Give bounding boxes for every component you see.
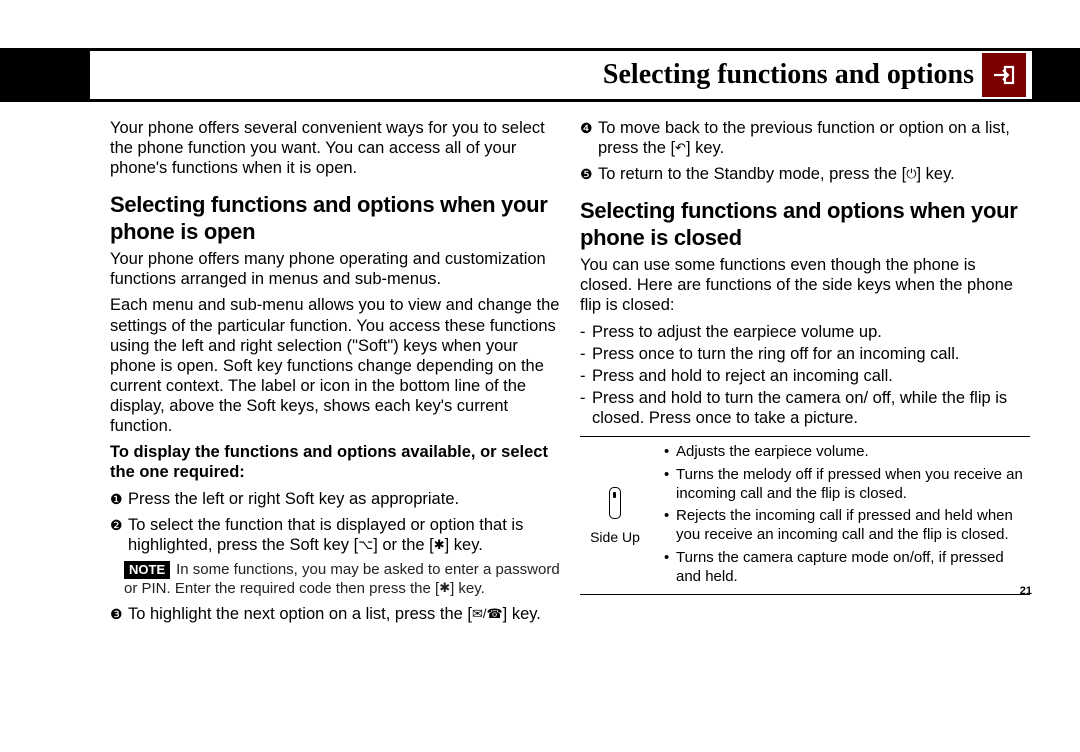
steps-list: ❶ Press the left or right Soft key as ap… (110, 489, 560, 555)
intro-text: Your phone offers several convenient way… (110, 118, 560, 178)
dash-item-1: -Press to adjust the earpiece volume up. (580, 322, 1030, 342)
mail-phone-key-icon: ✉/☎ (472, 606, 503, 622)
dash-item-2: -Press once to turn the ring off for an … (580, 344, 1030, 364)
step-number-4: ❹ (580, 118, 598, 158)
note-text-a: In some functions, you may be asked to e… (124, 561, 560, 597)
steps-list-cont: ❸ To highlight the next option on a list… (110, 604, 560, 624)
bullet-3: •Rejects the incoming call if pressed an… (664, 507, 1030, 545)
closed-dash-list: -Press to adjust the earpiece volume up.… (580, 322, 1030, 429)
step-5: ❺ To return to the Standby mode, press t… (580, 164, 1030, 184)
left-column: Your phone offers several convenient way… (110, 118, 560, 631)
header-strip: Selecting functions and options (90, 51, 1032, 99)
dash-item-4: -Press and hold to turn the camera on/ o… (580, 388, 1030, 428)
end-key-icon: ⏻ (906, 166, 916, 182)
side-key-icon (609, 487, 621, 519)
step-2-text: To select the function that is displayed… (128, 515, 560, 555)
step-2: ❷ To select the function that is display… (110, 515, 560, 555)
nav-key-icon: ✱ (439, 580, 450, 596)
right-column: ❹ To move back to the previous function … (580, 118, 1030, 631)
step-1: ❶ Press the left or right Soft key as ap… (110, 489, 560, 509)
note-label: NOTE (124, 561, 170, 579)
bullet-2: •Turns the melody off if pressed when yo… (664, 466, 1030, 504)
section-heading-closed: Selecting functions and options when you… (580, 198, 1030, 251)
enter-icon (982, 53, 1026, 97)
side-key-table: Side Up •Adjusts the earpiece volume. •T… (580, 436, 1030, 595)
step-number-3: ❸ (110, 604, 128, 624)
open-para-2: Each menu and sub-menu allows you to vie… (110, 295, 560, 436)
side-key-bullets: •Adjusts the earpiece volume. •Turns the… (664, 443, 1030, 590)
step-5-text: To return to the Standby mode, press the… (598, 164, 1030, 184)
step-4: ❹ To move back to the previous function … (580, 118, 1030, 158)
open-para-1: Your phone offers many phone operating a… (110, 249, 560, 289)
step-3: ❸ To highlight the next option on a list… (110, 604, 560, 624)
step-number-1: ❶ (110, 489, 128, 509)
back-key-icon: ↶ (675, 140, 686, 156)
content-columns: Your phone offers several convenient way… (110, 118, 1032, 631)
softkey-icon: ⌥ (358, 537, 373, 553)
side-key-label: Side Up (590, 529, 640, 545)
bullet-1: •Adjusts the earpiece volume. (664, 443, 1030, 462)
step-number-5: ❺ (580, 164, 598, 184)
bullet-4: •Turns the camera capture mode on/off, i… (664, 549, 1030, 587)
page-title: Selecting functions and options (603, 59, 974, 91)
step-3-text: To highlight the next option on a list, … (128, 604, 560, 624)
closed-para-1: You can use some functions even though t… (580, 255, 1030, 315)
note-box: NOTEIn some functions, you may be asked … (124, 561, 560, 599)
step-4-text: To move back to the previous function or… (598, 118, 1030, 158)
steps-lead: To display the functions and options ava… (110, 442, 560, 482)
step-1-text: Press the left or right Soft key as appr… (128, 489, 560, 509)
step-number-2: ❷ (110, 515, 128, 555)
note-text-b: ] key. (450, 580, 485, 597)
nav-key-icon: ✱ (434, 537, 445, 553)
steps-list-right: ❹ To move back to the previous function … (580, 118, 1030, 184)
dash-item-3: -Press and hold to reject an incoming ca… (580, 366, 1030, 386)
section-heading-open: Selecting functions and options when you… (110, 192, 560, 245)
page-number: 21 (1020, 585, 1032, 598)
side-key-icon-col: Side Up (580, 487, 650, 546)
